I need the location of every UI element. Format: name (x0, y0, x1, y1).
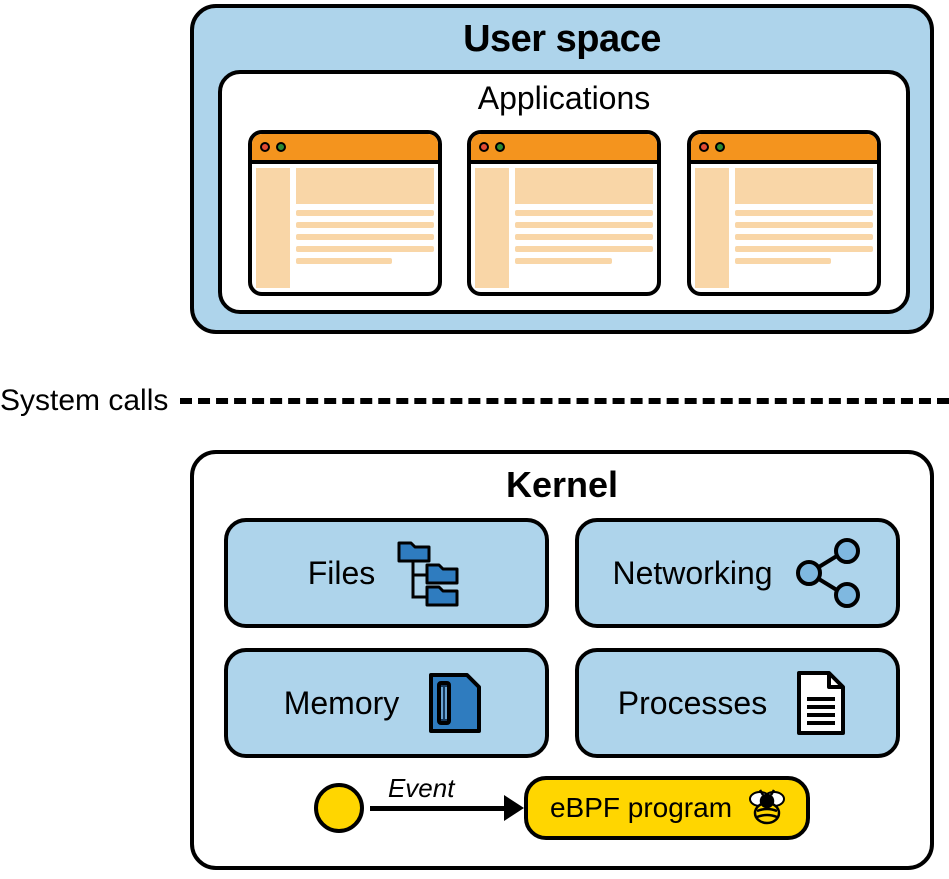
memory-card-icon (417, 667, 489, 739)
app-titlebar (252, 134, 438, 164)
user-space-title: User space (194, 18, 930, 61)
network-share-icon (791, 537, 863, 609)
subsystem-memory: Memory (224, 648, 549, 758)
app-body (475, 168, 653, 288)
app-body (695, 168, 873, 288)
app-body (256, 168, 434, 288)
user-space-box: User space Applications (190, 4, 934, 334)
document-icon (785, 667, 857, 739)
folders-icon (393, 537, 465, 609)
system-calls-label: System calls (0, 384, 180, 418)
bee-icon (746, 787, 788, 829)
subsystem-networking: Networking (575, 518, 900, 628)
event-label: Event (388, 773, 455, 804)
window-dot-close-icon (699, 142, 709, 152)
app-window-icon (687, 130, 881, 296)
divider-line (180, 398, 949, 404)
window-dot-close-icon (260, 142, 270, 152)
system-calls-divider: System calls (0, 384, 949, 418)
subsystem-label: Memory (284, 685, 400, 722)
subsystem-files: Files (224, 518, 549, 628)
app-titlebar (691, 134, 877, 164)
applications-row (222, 130, 906, 296)
app-window-icon (248, 130, 442, 296)
window-dot-close-icon (479, 142, 489, 152)
event-arrow: Event (364, 783, 524, 833)
subsystem-label: Processes (618, 685, 767, 722)
ebpf-program-box: eBPF program (524, 776, 810, 840)
window-dot-min-icon (715, 142, 725, 152)
event-source-icon (314, 783, 364, 833)
app-window-icon (467, 130, 661, 296)
kernel-subsystems-grid: Files Netw (224, 518, 900, 758)
ebpf-program-label: eBPF program (550, 792, 732, 824)
subsystem-label: Networking (612, 555, 772, 592)
subsystem-label: Files (308, 555, 376, 592)
event-to-ebpf-row: Event eBPF program (224, 772, 900, 844)
subsystem-processes: Processes (575, 648, 900, 758)
applications-box: Applications (218, 70, 910, 314)
kernel-box: Kernel Files (190, 450, 934, 870)
app-titlebar (471, 134, 657, 164)
kernel-title: Kernel (194, 464, 930, 506)
diagram-canvas: User space Applications (0, 0, 949, 879)
applications-title: Applications (222, 80, 906, 117)
window-dot-min-icon (276, 142, 286, 152)
window-dot-min-icon (495, 142, 505, 152)
